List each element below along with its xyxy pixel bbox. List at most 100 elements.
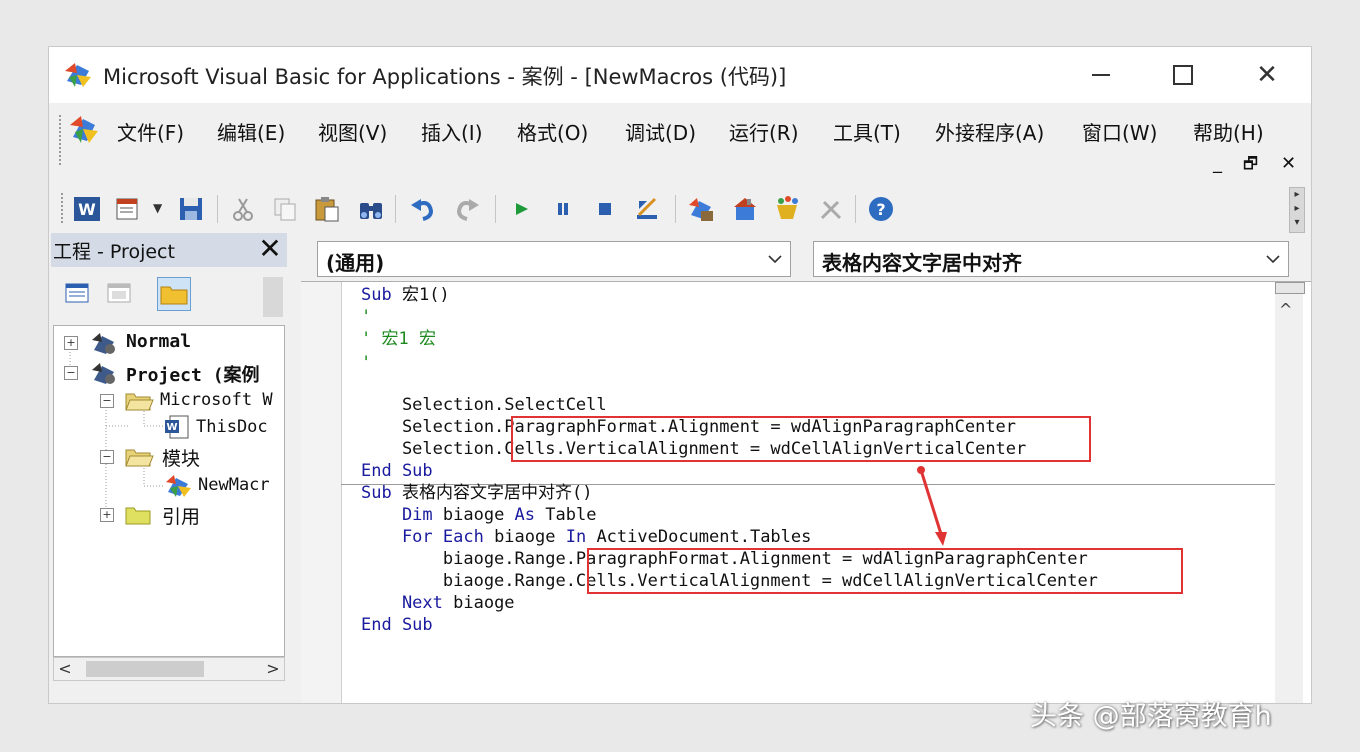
- annotation-arrow: [917, 466, 947, 546]
- tree-node-label: NewMacr: [198, 475, 270, 495]
- toolbar-separator: [217, 195, 218, 223]
- tree-node-label: ThisDoc: [196, 417, 268, 437]
- tree-node-thisdocument[interactable]: W ThisDoc: [54, 414, 284, 440]
- toolbar-grip[interactable]: [61, 193, 67, 223]
- maximize-button[interactable]: [1161, 55, 1205, 95]
- tree-expander[interactable]: +: [64, 336, 78, 350]
- save-icon[interactable]: [177, 195, 205, 223]
- design-mode-icon[interactable]: [633, 195, 661, 223]
- project-explorer-pane: 工程 - Project ✕ + Normal − Project (案例 − …: [49, 233, 287, 703]
- svg-text:W: W: [166, 422, 177, 433]
- project-explorer-icon[interactable]: [687, 195, 715, 223]
- code-vertical-scrollbar[interactable]: ^: [1275, 282, 1305, 703]
- module-icon: [166, 475, 191, 497]
- tree-expander[interactable]: +: [100, 508, 114, 522]
- object-combobox[interactable]: (通用): [317, 241, 791, 277]
- window-title: Microsoft Visual Basic for Applications …: [103, 65, 787, 89]
- vba-menu-icon[interactable]: [67, 113, 101, 147]
- cut-icon[interactable]: [229, 195, 257, 223]
- tree-node-normal[interactable]: + Normal: [54, 330, 284, 356]
- properties-icon[interactable]: [731, 195, 759, 223]
- minimize-icon: [1092, 74, 1110, 76]
- svg-text:?: ?: [876, 200, 885, 219]
- help-icon[interactable]: ?: [867, 195, 895, 223]
- view-object-icon[interactable]: [103, 277, 135, 309]
- chevron-down-icon: [768, 255, 782, 264]
- project-pane-toolbar: [51, 273, 287, 313]
- chevron-up-icon[interactable]: ^: [1279, 300, 1292, 319]
- menu-view[interactable]: 视图(V): [318, 117, 387, 146]
- menu-format[interactable]: 格式(O): [517, 117, 588, 146]
- redo-icon[interactable]: [453, 195, 481, 223]
- paste-icon[interactable]: [313, 195, 341, 223]
- toolbar-overflow-button[interactable]: ▸ ▸ ▾: [1289, 187, 1305, 233]
- break-icon[interactable]: [549, 195, 577, 223]
- vba-project-icon: [92, 333, 115, 354]
- tree-node-modules[interactable]: − 模块: [54, 444, 284, 470]
- toolbox-icon[interactable]: [817, 195, 845, 223]
- menu-grip[interactable]: [59, 115, 65, 165]
- scroll-left-arrow[interactable]: <: [54, 658, 76, 680]
- tree-node-microsoft-word-objects[interactable]: − Microsoft W: [54, 388, 284, 414]
- chevron-down-icon[interactable]: ▼: [153, 201, 162, 215]
- svg-text:W: W: [78, 200, 96, 219]
- scroll-right-arrow[interactable]: >: [262, 658, 284, 680]
- procedure-combobox[interactable]: 表格内容文字居中对齐: [813, 241, 1289, 277]
- maximize-icon: [1173, 65, 1193, 85]
- reset-icon[interactable]: [591, 195, 619, 223]
- run-icon[interactable]: [507, 195, 535, 223]
- folder-icon: [125, 507, 151, 525]
- toolbar-separator: [495, 195, 496, 223]
- object-browser-icon[interactable]: [773, 195, 801, 223]
- scroll-thumb[interactable]: [86, 661, 204, 677]
- standard-toolbar: W ▼ ? ▸ ▸ ▾: [49, 183, 1311, 233]
- tree-node-label: Normal: [126, 331, 192, 352]
- tree-expander[interactable]: −: [64, 366, 78, 380]
- vba-app-icon: [65, 63, 91, 87]
- tree-expander[interactable]: −: [100, 450, 114, 464]
- word-document-icon: W: [165, 415, 189, 439]
- toolbar-separator: [395, 195, 396, 223]
- tree-expander[interactable]: −: [100, 394, 114, 408]
- undo-icon[interactable]: [409, 195, 437, 223]
- insert-module-icon[interactable]: [115, 195, 143, 223]
- close-button[interactable]: ✕: [1245, 55, 1289, 95]
- chevron-down-icon: [1266, 255, 1280, 264]
- project-pane-scroll-handle[interactable]: [263, 277, 283, 317]
- vba-project-icon: [92, 363, 115, 384]
- mdi-close-button[interactable]: ✕: [1281, 153, 1296, 174]
- menu-file[interactable]: 文件(F): [117, 117, 184, 146]
- toolbar-separator: [675, 195, 676, 223]
- menu-run[interactable]: 运行(R): [729, 117, 799, 146]
- split-bar[interactable]: [1275, 282, 1305, 294]
- menu-edit[interactable]: 编辑(E): [217, 117, 285, 146]
- procedure-combobox-value: 表格内容文字居中对齐: [822, 251, 1022, 275]
- tree-node-project[interactable]: − Project (案例: [54, 360, 284, 386]
- menu-addins[interactable]: 外接程序(A): [935, 117, 1044, 146]
- menu-debug[interactable]: 调试(D): [625, 117, 696, 146]
- menu-bar: 文件(F) 编辑(E) 视图(V) 插入(I) 格式(O) 调试(D) 运行(R…: [49, 103, 1311, 165]
- menu-help[interactable]: 帮助(H): [1193, 117, 1264, 146]
- view-code-icon[interactable]: [61, 277, 93, 309]
- project-pane-title-bar: 工程 - Project ✕: [51, 233, 287, 267]
- close-icon: ✕: [1256, 60, 1278, 90]
- code-editor[interactable]: Sub 宏1() ' ' 宏1 宏 ' Selection.SelectCell…: [301, 281, 1311, 703]
- word-icon[interactable]: W: [73, 195, 101, 223]
- tree-node-newmacros[interactable]: NewMacr: [54, 472, 284, 498]
- object-combobox-value: (通用): [326, 251, 385, 275]
- mdi-restore-button[interactable]: 🗗: [1243, 153, 1258, 180]
- menu-tools[interactable]: 工具(T): [833, 117, 901, 146]
- toolbar-separator: [855, 195, 856, 223]
- tree-node-references[interactable]: + 引用: [54, 502, 284, 528]
- project-pane-title: 工程 - Project: [53, 241, 175, 263]
- minimize-button[interactable]: [1079, 55, 1123, 95]
- project-pane-close-button[interactable]: ✕: [255, 235, 285, 265]
- toggle-folders-icon[interactable]: [157, 277, 191, 311]
- menu-window[interactable]: 窗口(W): [1082, 117, 1157, 146]
- project-horizontal-scrollbar[interactable]: < >: [53, 657, 285, 681]
- mdi-minimize-button[interactable]: _: [1213, 153, 1222, 174]
- copy-icon[interactable]: [271, 195, 299, 223]
- menu-insert[interactable]: 插入(I): [421, 117, 483, 146]
- vba-editor-window: Microsoft Visual Basic for Applications …: [48, 46, 1312, 704]
- find-icon[interactable]: [357, 195, 385, 223]
